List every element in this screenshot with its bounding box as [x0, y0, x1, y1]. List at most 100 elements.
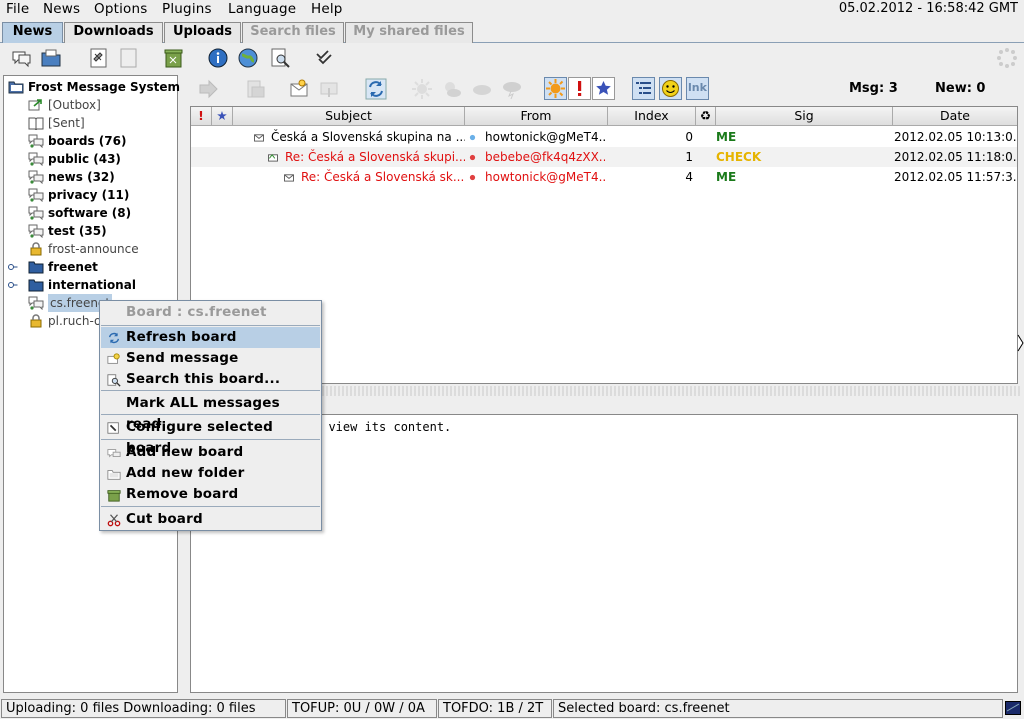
menu-separator	[101, 506, 320, 507]
trust-cloud-icon[interactable]	[471, 78, 493, 100]
column-header-subject[interactable]: Subject	[233, 107, 465, 126]
menu-language[interactable]: Language	[228, 1, 296, 17]
trust-sun-icon[interactable]	[411, 78, 433, 100]
expand-handle-icon[interactable]	[8, 262, 18, 272]
tree-item[interactable]: [Sent]	[4, 114, 174, 132]
main-tabs: News Downloads Uploads Search files My s…	[0, 21, 1024, 43]
column-header-index[interactable]: Index	[608, 107, 696, 126]
context-menu-item[interactable]: Mark ALL messages read	[101, 393, 320, 432]
toggle-smileys-icon[interactable]	[659, 77, 682, 100]
lock-icon	[30, 242, 42, 256]
selected-board-status: Selected board: cs.freenet	[553, 699, 1003, 718]
tree-item[interactable]: privacy (11)	[4, 186, 174, 204]
board-icon	[28, 152, 44, 166]
context-menu-item[interactable]: Cut board	[101, 509, 320, 530]
new-message-icon[interactable]	[10, 47, 32, 69]
toggle-hyperlinks-button[interactable]: lnk	[686, 77, 709, 100]
resize-cursor-icon	[1017, 334, 1024, 352]
tree-item[interactable]: test (35)	[4, 222, 174, 240]
tree-item[interactable]: boards (76)	[4, 132, 174, 150]
properties-icon[interactable]	[118, 47, 140, 69]
context-menu-item-label: Add new folder	[126, 465, 245, 481]
reply-icon[interactable]	[288, 78, 310, 100]
context-menu-item[interactable]: Remove board	[101, 484, 320, 505]
tree-item[interactable]: international	[4, 276, 174, 294]
trust-sun-cloud-icon[interactable]	[441, 78, 463, 100]
column-header-date[interactable]: Date	[893, 107, 1017, 126]
replied-envelope-icon	[268, 154, 278, 162]
envelope-icon	[284, 174, 294, 182]
search-document-icon[interactable]	[269, 47, 291, 69]
menu-news[interactable]: News	[43, 1, 80, 17]
column-header-sig[interactable]: Sig	[716, 107, 893, 126]
sent-book-icon	[28, 117, 44, 130]
toggle-starred-filter-icon[interactable]	[592, 77, 615, 100]
toggle-sun-filter-icon[interactable]	[544, 77, 567, 100]
envelope-icon	[254, 134, 264, 142]
message-subject: Re: Česká a Slovenská sk...	[301, 170, 465, 184]
tree-item[interactable]: freenet	[4, 258, 174, 276]
statusbar: Uploading: 0 files Downloading: 0 files …	[0, 698, 1024, 719]
refresh-icon	[108, 332, 120, 344]
configure-board-icon[interactable]	[88, 47, 110, 69]
tab-uploads[interactable]: Uploads	[164, 22, 241, 43]
column-header-from[interactable]: From	[465, 107, 608, 126]
menu-help[interactable]: Help	[311, 1, 343, 17]
message-signature: CHECK	[716, 150, 762, 164]
context-menu-item-label: Send message	[126, 350, 239, 366]
tree-item[interactable]: frost-announce	[4, 240, 174, 258]
menu-file[interactable]: File	[6, 1, 29, 17]
column-header-recycle[interactable]: ♻	[696, 107, 716, 126]
tofup-status: TOFUP: 0U / 0W / 0A	[287, 699, 437, 718]
tree-item[interactable]: public (43)	[4, 150, 174, 168]
next-unread-icon[interactable]	[197, 78, 219, 100]
context-menu-item[interactable]: Add new board	[101, 442, 320, 463]
new-message-count: New: 0	[935, 81, 986, 96]
tree-item[interactable]: [Outbox]	[4, 96, 174, 114]
context-menu-item[interactable]: Search this board...	[101, 369, 320, 390]
context-menu-item-label: Refresh board	[126, 329, 237, 345]
context-menu-item[interactable]: Add new folder	[101, 463, 320, 484]
search-icon	[107, 374, 121, 387]
tree-item-label: software (8)	[48, 206, 132, 220]
toggle-threaded-view-icon[interactable]	[632, 77, 655, 100]
tab-search-files[interactable]: Search files	[242, 22, 344, 43]
send-message-icon	[107, 353, 120, 364]
column-header-star[interactable]: ★	[212, 107, 233, 126]
viewer-placeholder-text: o view its content.	[314, 420, 452, 434]
tab-my-shared-files[interactable]: My shared files	[345, 22, 473, 43]
context-menu-item[interactable]: Send message	[101, 348, 320, 369]
message-index: 4	[685, 170, 693, 184]
configure-icon	[107, 422, 119, 434]
menu-options[interactable]: Options	[94, 1, 148, 17]
save-message-icon[interactable]	[244, 78, 266, 100]
tree-item[interactable]: news (32)	[4, 168, 174, 186]
status-dot-icon	[469, 134, 476, 141]
message-date: 2012.02.05 10:13:0...	[894, 130, 1016, 144]
table-row[interactable]: Re: Česká a Slovenská sk... howtonick@gMe…	[191, 167, 1017, 187]
message-index: 0	[685, 130, 693, 144]
context-menu-item-label: Search this board...	[126, 371, 281, 387]
tree-item[interactable]: software (8)	[4, 204, 174, 222]
trash-icon[interactable]	[162, 47, 184, 69]
column-header-flag[interactable]: !	[191, 107, 212, 126]
check-all-icon[interactable]	[313, 47, 335, 69]
tab-news[interactable]: News	[2, 22, 63, 43]
menu-plugins[interactable]: Plugins	[162, 1, 212, 17]
scissors-icon	[107, 514, 121, 527]
globe-icon[interactable]	[237, 47, 259, 69]
trust-storm-icon[interactable]	[501, 78, 523, 100]
expand-handle-icon[interactable]	[8, 280, 18, 290]
context-menu-item[interactable]: Configure selected board	[101, 417, 320, 456]
memory-monitor-icon[interactable]	[1005, 701, 1021, 715]
tab-downloads[interactable]: Downloads	[64, 22, 163, 43]
info-icon[interactable]	[207, 47, 229, 69]
toggle-flagged-filter-icon[interactable]	[568, 77, 591, 100]
refresh-icon[interactable]	[365, 78, 387, 100]
table-row[interactable]: Re: Česká a Slovenská skupi... bebebe@fk4…	[191, 147, 1017, 167]
board-icon	[28, 206, 44, 220]
download-attachments-icon[interactable]	[318, 78, 340, 100]
open-folder-icon[interactable]	[40, 47, 62, 69]
table-row[interactable]: Česká a Slovenská skupina na ... howtonic…	[191, 127, 1017, 147]
context-menu-item[interactable]: Refresh board	[101, 327, 320, 348]
